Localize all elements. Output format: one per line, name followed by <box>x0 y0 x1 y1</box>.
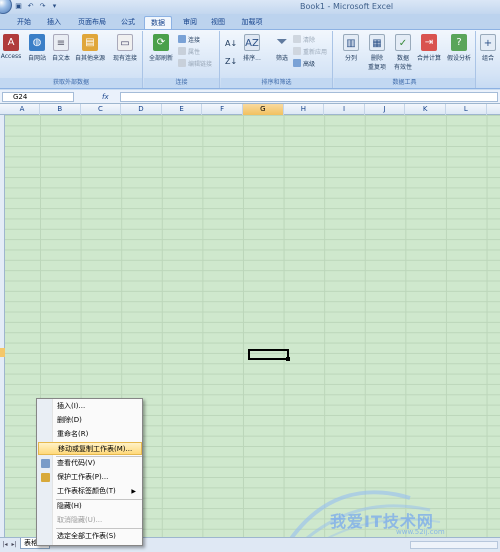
advanced-filter-icon <box>293 59 301 67</box>
access-icon: A <box>3 34 19 51</box>
menu-item-view-code[interactable]: 查看代码(V) <box>38 457 142 470</box>
column-header-l[interactable]: L <box>446 104 487 115</box>
group-label: 获取外部数据 <box>0 78 142 88</box>
consolidate-button[interactable]: ⇥ 合并计算 <box>414 33 444 75</box>
ribbon-tabs: 开始 插入 页面布局 公式 数据 审阅 视图 加载项 <box>0 14 500 29</box>
code-icon <box>41 459 50 468</box>
window-title: Book1 - Microsoft Excel <box>300 2 394 11</box>
watermark-url: www.52ij.com <box>396 528 445 536</box>
group-connections: ⟳ 全部刷新 连接 属性 编辑链接 连接 <box>144 31 220 88</box>
next-sheet-icon[interactable]: ▸| <box>10 541 18 549</box>
link-icon <box>178 35 186 43</box>
column-header-i[interactable]: I <box>324 104 365 115</box>
group-label: 连接 <box>144 78 219 88</box>
clear-icon <box>293 35 301 43</box>
active-cell[interactable] <box>248 349 290 361</box>
funnel-icon: ⏷ <box>276 34 288 50</box>
sort-button[interactable]: AZ 排序... <box>237 33 267 75</box>
sheet-context-menu: 插入(I)... 删除(D) 重命名(R) 移动或复制工作表(M)... 查看代… <box>36 398 143 546</box>
column-header-f[interactable]: F <box>202 104 243 115</box>
quick-access-toolbar: ▣ ↶ ↷ ▾ <box>14 2 59 12</box>
group-icon: + <box>480 34 496 51</box>
undo-icon[interactable]: ↶ <box>26 2 35 11</box>
properties-button[interactable]: 属性 <box>178 47 200 57</box>
column-header-k[interactable]: K <box>405 104 446 115</box>
tab-view[interactable]: 视图 <box>206 16 230 29</box>
name-box[interactable]: G24 <box>2 92 74 102</box>
horizontal-scrollbar[interactable] <box>410 541 498 549</box>
clear-button[interactable]: 清除 <box>293 35 315 45</box>
text-to-columns-icon: ▥ <box>343 34 359 51</box>
what-if-button[interactable]: ? 假设分析 <box>442 33 476 75</box>
properties-icon <box>178 47 186 55</box>
menu-item-move-copy[interactable]: 移动或复制工作表(M)... <box>38 442 142 455</box>
first-sheet-icon[interactable]: |◂ <box>1 541 9 549</box>
title-bar: ▣ ↶ ↷ ▾ Book1 - Microsoft Excel <box>0 0 500 14</box>
what-if-icon: ? <box>451 34 467 51</box>
column-header-g[interactable]: G <box>243 104 284 115</box>
menu-item-insert[interactable]: 插入(I)... <box>38 400 142 413</box>
reapply-icon <box>293 47 301 55</box>
protect-icon <box>41 473 50 482</box>
remove-duplicates-icon: ▦ <box>369 34 385 51</box>
menu-item-tab-color[interactable]: 工作表标签颜色(T) ▶ <box>38 485 142 498</box>
column-header-a[interactable]: A <box>5 104 40 115</box>
refresh-icon: ⟳ <box>153 34 169 51</box>
menu-item-unhide[interactable]: 取消隐藏(U)... <box>38 514 142 527</box>
tab-insert[interactable]: 插入 <box>42 16 66 29</box>
tab-home[interactable]: 开始 <box>12 16 36 29</box>
connections-button[interactable]: 连接 <box>178 35 200 45</box>
tab-data[interactable]: 数据 <box>144 16 172 29</box>
refresh-all-button[interactable]: ⟳ 全部刷新 <box>146 33 176 75</box>
formula-input[interactable] <box>120 92 498 102</box>
sort-za-icon[interactable]: Z↓ <box>225 57 237 67</box>
advanced-button[interactable]: 高级 <box>293 59 315 69</box>
column-header-e[interactable]: E <box>162 104 203 115</box>
column-header-b[interactable]: B <box>40 104 81 115</box>
column-headers: ABCDEFGHIJKL <box>0 104 500 115</box>
edit-links-icon <box>178 59 186 67</box>
save-icon[interactable]: ▣ <box>14 2 23 11</box>
menu-item-hide[interactable]: 隐藏(H) <box>38 500 142 513</box>
edit-links-button[interactable]: 编辑链接 <box>178 59 212 69</box>
tab-formulas[interactable]: 公式 <box>116 16 140 29</box>
existing-connections-button[interactable]: ▭ 现有连接 <box>110 33 140 75</box>
column-header-c[interactable]: C <box>81 104 122 115</box>
group-sort-filter: A↓ Z↓ AZ 排序... ⏷ 筛选 清除 重新应用 高级 排序和筛选 <box>221 31 333 88</box>
redo-icon[interactable]: ↷ <box>38 2 47 11</box>
text-file-icon: ≡ <box>53 34 69 51</box>
group-data-tools: ▥ 分列 ▦ 删除 重复项 ✓ 数据 有效性 ⇥ 合并计算 ? 假设分析 数据工… <box>334 31 476 88</box>
menu-item-rename[interactable]: 重命名(R) <box>38 428 142 441</box>
group-outline: + 组合 <box>477 31 500 88</box>
other-sources-icon: ▤ <box>82 34 98 51</box>
reapply-button[interactable]: 重新应用 <box>293 47 327 57</box>
from-other-sources-button[interactable]: ▤ 自其他来源 <box>72 33 108 75</box>
sort-az-icon[interactable]: A↓ <box>225 39 237 49</box>
office-button[interactable] <box>0 0 12 14</box>
qat-dropdown-icon[interactable]: ▾ <box>50 2 59 11</box>
submenu-arrow-icon: ▶ <box>131 488 136 495</box>
ribbon: A Access ◍ 自网站 ≡ 自文本 ▤ 自其他来源 ▭ 现有连接 获取外部… <box>0 29 500 89</box>
column-header-h[interactable]: H <box>284 104 325 115</box>
tab-review[interactable]: 审阅 <box>178 16 202 29</box>
web-icon: ◍ <box>29 34 45 51</box>
menu-separator <box>56 528 142 529</box>
group-label: 排序和筛选 <box>221 78 332 88</box>
menu-item-protect-sheet[interactable]: 保护工作表(P)... <box>38 471 142 484</box>
consolidate-icon: ⇥ <box>421 34 437 51</box>
menu-item-select-all-sheets[interactable]: 选定全部工作表(S) <box>38 530 142 543</box>
connections-icon: ▭ <box>117 34 133 51</box>
column-header-d[interactable]: D <box>121 104 162 115</box>
sort-icon: AZ <box>244 34 260 51</box>
tab-page-layout[interactable]: 页面布局 <box>72 16 112 29</box>
column-header-j[interactable]: J <box>365 104 406 115</box>
validation-icon: ✓ <box>395 34 411 51</box>
group-button[interactable]: + 组合 <box>477 33 499 75</box>
group-get-external-data: A Access ◍ 自网站 ≡ 自文本 ▤ 自其他来源 ▭ 现有连接 获取外部… <box>0 31 143 88</box>
tab-addins[interactable]: 加载项 <box>236 16 268 29</box>
menu-item-delete[interactable]: 删除(D) <box>38 414 142 427</box>
formula-bar: G24 fx <box>0 90 500 104</box>
function-icon[interactable]: fx <box>80 92 118 102</box>
group-label: 数据工具 <box>334 78 475 88</box>
